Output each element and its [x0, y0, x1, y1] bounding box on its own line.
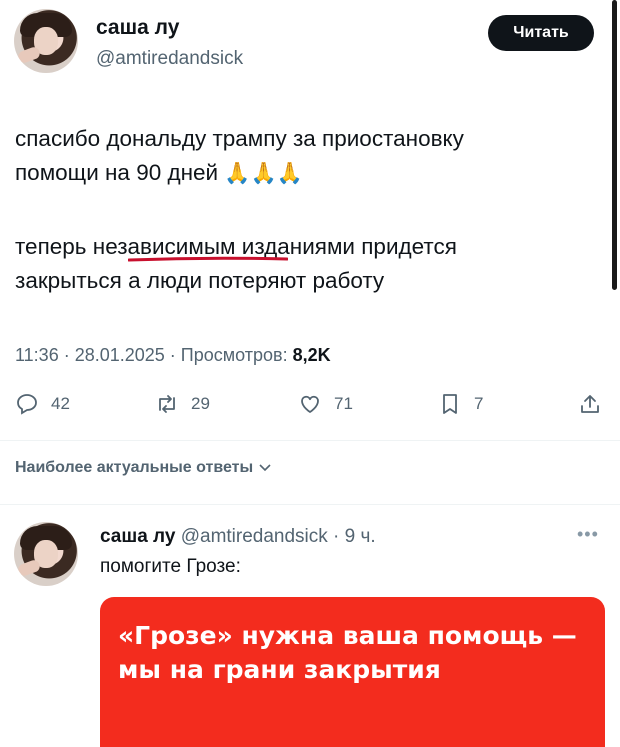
reply-icon [17, 394, 37, 415]
scrollbar[interactable] [612, 0, 617, 290]
tweet-timestamp[interactable]: 11:36 · 28.01.2025 · Просмотров: [15, 345, 293, 365]
reply-author-name[interactable]: саша лу [100, 526, 175, 547]
like-button[interactable]: 71 [298, 392, 353, 416]
tweet-text-segment: помощи на 90 дней [15, 160, 225, 185]
repost-count: 29 [191, 394, 210, 413]
heart-icon [301, 395, 319, 413]
divider [0, 504, 620, 505]
divider [0, 440, 620, 441]
bookmark-icon [443, 394, 457, 414]
reply-count: 42 [51, 394, 70, 413]
reply-avatar[interactable] [14, 522, 78, 586]
avatar-hand [16, 45, 42, 65]
more-options-icon[interactable]: ••• [577, 524, 599, 545]
pray-emoji: 🙏🙏🙏 [224, 161, 303, 185]
follow-button[interactable]: Читать [488, 15, 594, 51]
sort-label: Наиболее актуальные ответы [15, 459, 254, 476]
tweet-text-line: спасибо дональду трампу за приостановку [15, 126, 464, 151]
reply-author-handle[interactable]: @amtiredandsick · 9 ч. [181, 526, 376, 547]
like-count: 71 [334, 394, 353, 413]
tweet-text-segment: теперь [15, 234, 93, 259]
tweet-text-line: помощи на 90 дней 🙏🙏🙏 [15, 156, 303, 190]
tweet-text-line: закрыться а люди потеряют работу [15, 268, 385, 293]
red-underline-mark [128, 256, 288, 262]
chevron-down-icon [259, 464, 271, 472]
share-button[interactable] [578, 392, 602, 416]
author-name[interactable]: саша лу [96, 16, 179, 40]
bookmark-count: 7 [474, 394, 484, 413]
repost-button[interactable]: 29 [155, 392, 210, 416]
reply-text: помогите Грозе: [100, 556, 241, 577]
reply-author[interactable]: саша лу @amtiredandsick · 9 ч. [100, 526, 376, 548]
reply-button[interactable]: 42 [15, 392, 70, 416]
author-handle[interactable]: @amtiredandsick [96, 48, 243, 70]
share-icon [581, 395, 599, 413]
repost-icon [159, 395, 175, 413]
avatar[interactable] [14, 9, 78, 73]
views-count: 8,2K [292, 345, 331, 365]
bookmark-button[interactable]: 7 [438, 392, 483, 416]
link-card[interactable]: «Грозе» нужна ваша помощь — мы на грани … [100, 597, 605, 747]
avatar-hand [16, 558, 42, 578]
reply-sort-dropdown[interactable]: Наиболее актуальные ответы [15, 459, 272, 477]
tweet-meta: 11:36 · 28.01.2025 · Просмотров: 8,2K [15, 345, 331, 366]
link-card-title: «Грозе» нужна ваша помощь — мы на грани … [118, 621, 577, 684]
